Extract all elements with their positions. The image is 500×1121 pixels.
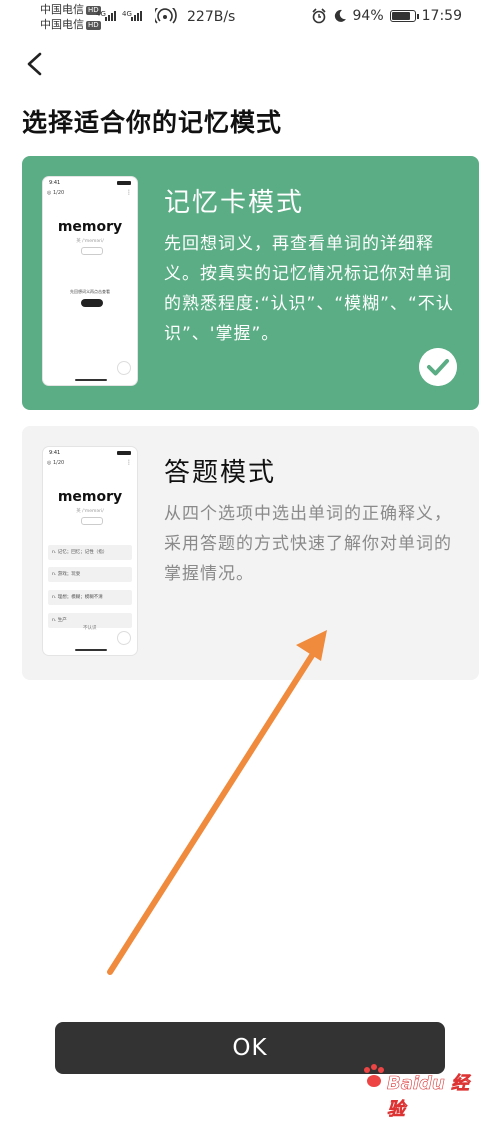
clock: 17:59	[421, 8, 462, 24]
checkmark-icon	[419, 348, 457, 386]
mode-title: 答题模式	[164, 458, 277, 488]
preview-header: ◎ 1/20	[47, 460, 65, 466]
moon-icon	[334, 9, 346, 22]
status-bar: 中国电信 HD 中国电信 HD 4G 4G 227B/s 94% 17:59	[0, 0, 500, 36]
preview-option: n. 游戏；玩耍	[48, 567, 132, 582]
back-arrow-icon[interactable]	[22, 50, 50, 78]
memory-card-preview: 9:41 ◎ 1/20 ⋮ memory 英 /ˈmeməri/ 先回想词义再点…	[42, 176, 138, 386]
battery-fill	[391, 12, 411, 20]
preview-word: memory	[57, 219, 123, 235]
wifi-icon	[155, 8, 177, 24]
more-icon: ⋮	[126, 459, 132, 466]
battery-icon	[389, 10, 419, 22]
more-icon: ⋮	[126, 189, 132, 196]
quiz-preview: 9:41 ◎ 1/20 ⋮ memory 英 /ˈmeməri/ n. 记忆；回…	[42, 446, 138, 656]
preview-option: n. 记忆；回忆；记性（指）	[48, 545, 132, 560]
alarm-icon	[311, 8, 326, 24]
preview-word: memory	[57, 489, 123, 505]
mode-title: 记忆卡模式	[164, 188, 305, 218]
paw-logo-icon	[364, 1064, 384, 1087]
net-speed: 227B/s	[187, 9, 236, 25]
carrier-1: 中国电信 HD	[40, 3, 101, 16]
mode-card-memory-card[interactable]: 9:41 ◎ 1/20 ⋮ memory 英 /ˈmeməri/ 先回想词义再点…	[22, 156, 479, 410]
page-title: 选择适合你的记忆模式	[22, 108, 283, 137]
battery-percent: 94%	[352, 8, 384, 24]
svg-text:4G: 4G	[122, 10, 132, 18]
preview-header: ◎ 1/20	[47, 190, 65, 196]
baidu-watermark: Baidu 经验	[362, 1064, 480, 1120]
mode-description: 从四个选项中选出单词的正确释义，采用答题的方式快速了解你对单词的掌握情况。	[164, 504, 452, 584]
signal-icon: 4G 4G	[96, 10, 142, 21]
preview-option: n. 理想；模糊；模糊不清	[48, 590, 132, 605]
svg-text:4G: 4G	[96, 10, 106, 18]
carrier-2: 中国电信 HD	[40, 18, 101, 31]
mode-description: 先回想词义，再查看单词的详细释义。按真实的记忆情况标记你对单词的熟悉程度:“认识…	[164, 234, 454, 344]
preview-button	[81, 299, 103, 307]
watermark-text: Baidu 经验	[387, 1073, 470, 1121]
status-right: 94% 17:59	[311, 8, 462, 24]
mode-card-quiz[interactable]: 9:41 ◎ 1/20 ⋮ memory 英 /ˈmeməri/ n. 记忆；回…	[22, 426, 479, 680]
